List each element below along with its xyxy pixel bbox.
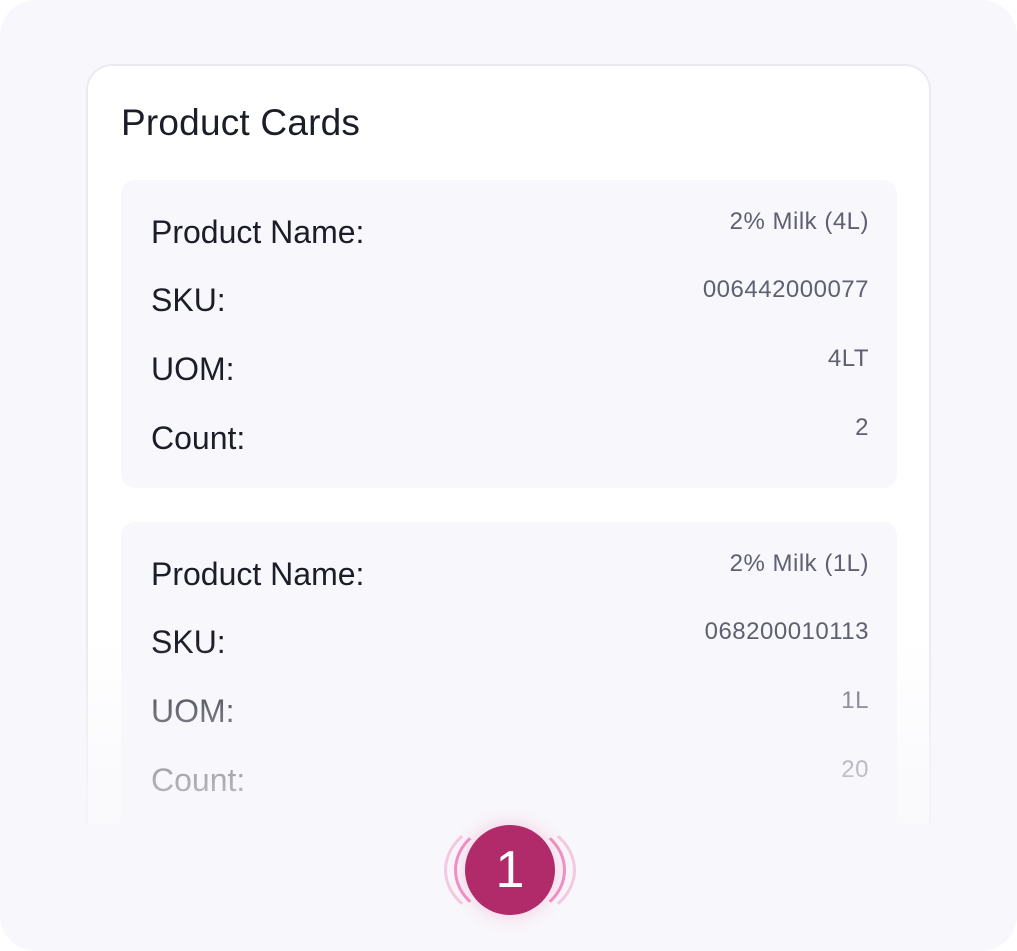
product-name-row: Product Name: 2% Milk (1L): [121, 550, 897, 606]
sku-label: SKU:: [151, 282, 226, 318]
product-name-value: 2% Milk (4L): [729, 208, 869, 235]
uom-value: 1L: [841, 687, 869, 714]
product-card[interactable]: Product Name: 2% Milk (1L) SKU: 06820001…: [121, 522, 897, 824]
sku-row: SKU: 068200010113: [121, 618, 897, 674]
product-card[interactable]: Product Name: 2% Milk (4L) SKU: 00644200…: [121, 180, 897, 488]
sku-label: SKU:: [151, 624, 226, 660]
sku-value: 006442000077: [702, 276, 869, 303]
step-indicator: 1: [440, 818, 580, 922]
uom-value: 4LT: [827, 345, 869, 372]
panel-title: Product Cards: [121, 102, 361, 143]
product-cards-panel: Product Cards Product Name: 2% Milk (4L)…: [86, 64, 931, 824]
uom-row: UOM: 4LT: [121, 345, 897, 401]
sku-value: 068200010113: [704, 618, 869, 645]
uom-label: UOM:: [151, 351, 235, 387]
product-name-label: Product Name:: [151, 214, 365, 250]
app-frame: Product Cards Product Name: 2% Milk (4L)…: [0, 0, 1017, 951]
count-row: Count: 20: [121, 756, 897, 812]
count-label: Count:: [151, 420, 246, 456]
product-name-row: Product Name: 2% Milk (4L): [121, 208, 897, 264]
count-value: 2: [855, 414, 869, 441]
sku-row: SKU: 006442000077: [121, 276, 897, 332]
count-label: Count:: [151, 762, 246, 798]
product-name-label: Product Name:: [151, 556, 365, 592]
uom-row: UOM: 1L: [121, 687, 897, 743]
count-row: Count: 2: [121, 414, 897, 470]
product-name-value: 2% Milk (1L): [729, 550, 869, 577]
uom-label: UOM:: [151, 693, 235, 729]
step-number-badge: 1: [465, 825, 555, 915]
count-value: 20: [841, 756, 869, 783]
